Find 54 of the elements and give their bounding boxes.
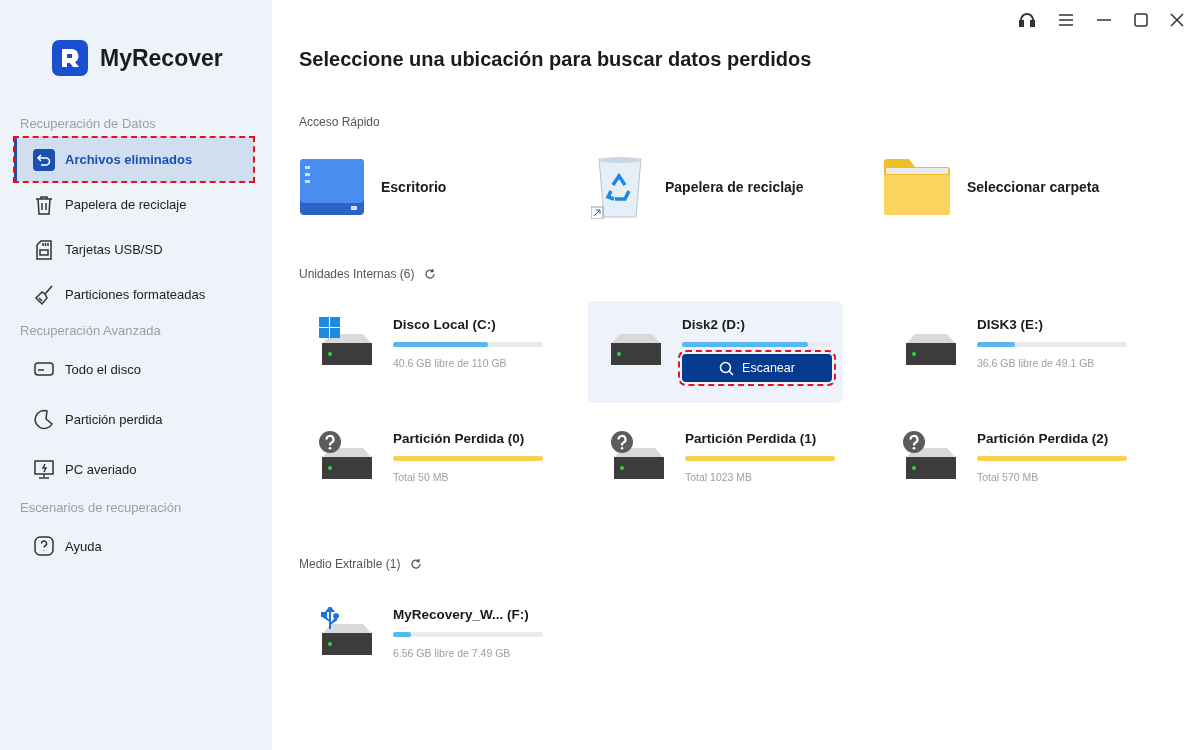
folder-icon xyxy=(883,158,951,216)
drive-info: Total 50 MB xyxy=(393,471,450,483)
drive-card[interactable]: Disk2 (D:) Escanear xyxy=(588,301,843,403)
headset-icon[interactable] xyxy=(1018,11,1036,29)
drive-with-windows-logo-icon xyxy=(319,317,375,367)
drive-name: MyRecovery_W... (F:) xyxy=(393,607,530,622)
drive-name: Partición Perdida (0) xyxy=(393,431,526,446)
close-icon[interactable] xyxy=(1170,13,1184,27)
drive-info: Total 570 MB xyxy=(977,471,1040,483)
sidebar-section-title: Escenarios de recuperación xyxy=(20,500,183,515)
menu-icon[interactable] xyxy=(1058,13,1074,27)
refresh-icon[interactable] xyxy=(410,558,423,570)
app-name: MyRecover xyxy=(100,44,223,72)
logo-icon xyxy=(52,40,88,76)
sd-card-icon xyxy=(33,238,55,261)
help-icon xyxy=(33,535,55,557)
drive-info: 40.6 GB libre de 110 GB xyxy=(393,357,508,369)
drive-name: Partición Perdida (2) xyxy=(977,431,1110,446)
section-label: Acceso Rápido xyxy=(299,115,381,129)
broom-icon xyxy=(33,283,55,306)
drive-name: Partición Perdida (1) xyxy=(685,431,818,446)
maximize-icon[interactable] xyxy=(1134,13,1148,27)
section-label: Unidades Internas (6) xyxy=(299,267,415,281)
page-title: Seleccione una ubicación para buscar datos perdidos xyxy=(299,48,813,71)
drive-with-usb-symbol-icon xyxy=(319,607,375,657)
sidebar-item[interactable]: Tarjetas USB/SD xyxy=(14,227,254,272)
drive-name: Disk2 (D:) xyxy=(682,317,746,332)
drive-name: DISK3 (E:) xyxy=(977,317,1044,332)
desktop-window-icon xyxy=(299,158,365,216)
drive-info: 36.6 GB libre de 49.1 GB xyxy=(977,357,1096,369)
drive-info: Total 1023 MB xyxy=(685,471,754,483)
sidebar-item[interactable]: Ayuda xyxy=(14,521,254,571)
drive-info: 6.56 GB libre de 7.49 GB xyxy=(393,647,512,659)
sidebar-item[interactable]: Partición perdida xyxy=(14,394,254,444)
search-icon xyxy=(719,360,735,376)
sidebar-item[interactable]: Archivos eliminados xyxy=(14,137,254,182)
quick-access-link[interactable]: Escritorio xyxy=(381,179,447,195)
drive-name: Disco Local (C:) xyxy=(393,317,497,332)
section-label: Medio Extraíble (1) xyxy=(299,557,401,571)
sidebar-section-title: Recuperación de Datos xyxy=(20,116,157,131)
pie-chart-icon xyxy=(33,408,55,430)
drive-with-question-mark-icon xyxy=(319,431,375,481)
sidebar-item[interactable]: Todo el disco xyxy=(14,344,254,394)
sidebar-section-title: Recuperación Avanzada xyxy=(20,323,162,338)
drive-with-question-mark-icon xyxy=(611,431,667,481)
quick-access-link[interactable]: Seleccionar carpeta xyxy=(967,179,1100,195)
monitor-lightning-icon xyxy=(33,458,55,480)
sidebar-item[interactable]: PC averiado xyxy=(14,444,254,494)
refresh-icon[interactable] xyxy=(424,268,437,280)
sidebar-item[interactable]: Papelera de reciclaje xyxy=(14,182,254,227)
quick-access-link[interactable]: Papelera de reciclaje xyxy=(665,179,804,195)
sidebar-item[interactable]: Particiones formateadas xyxy=(14,272,254,317)
drive-with-question-mark-icon xyxy=(903,431,959,481)
trash-icon xyxy=(33,193,55,216)
